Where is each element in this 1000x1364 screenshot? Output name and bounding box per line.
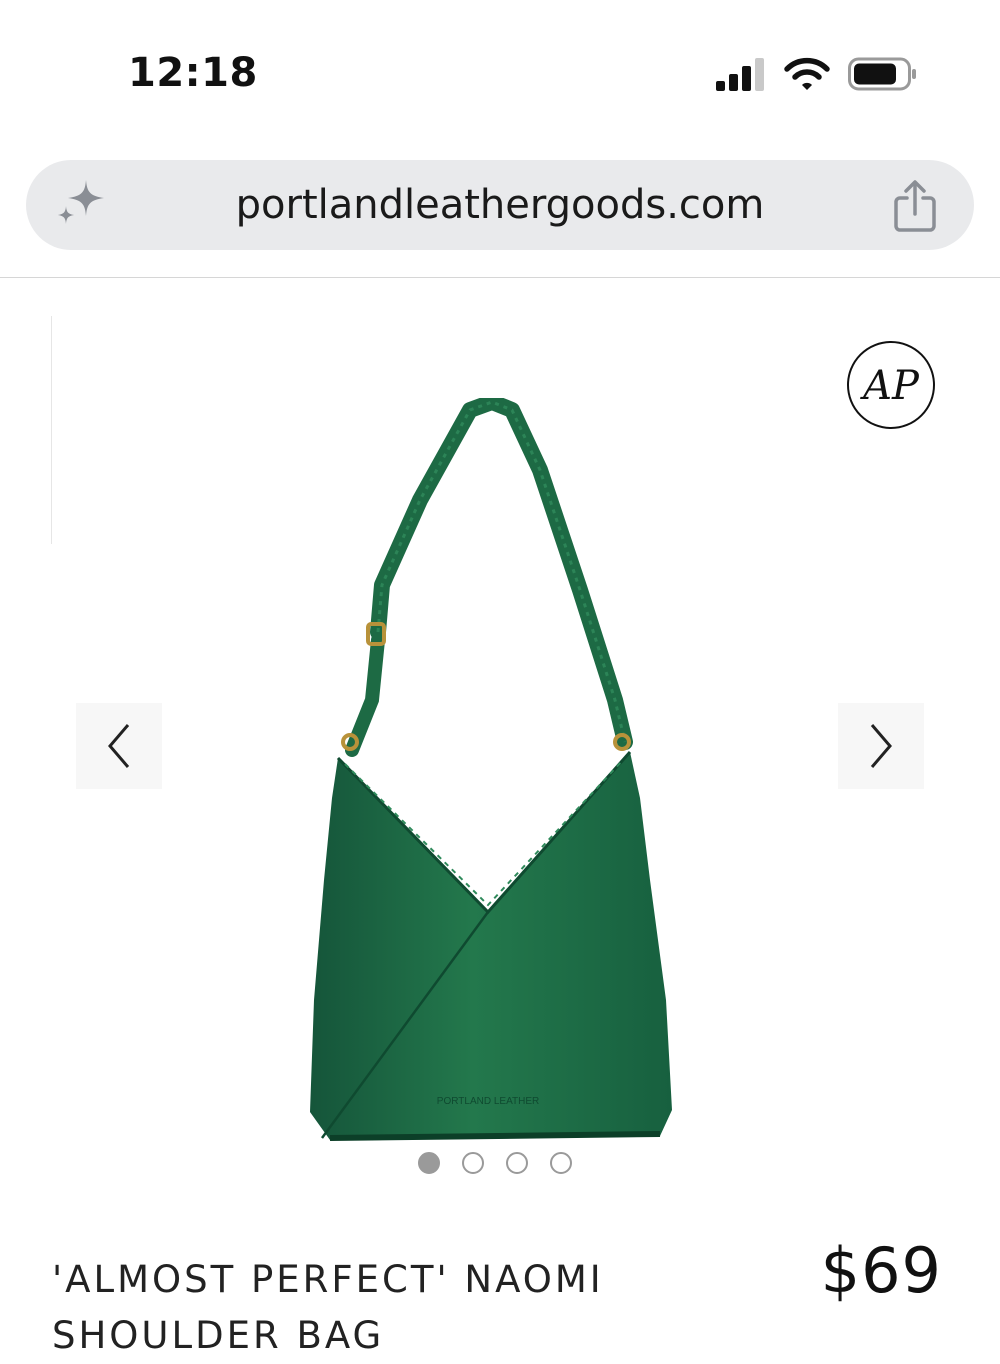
carousel-dot[interactable] bbox=[550, 1152, 572, 1174]
carousel-dot[interactable] bbox=[506, 1152, 528, 1174]
chevron-left-icon bbox=[108, 724, 130, 768]
ap-badge-icon[interactable]: AP bbox=[846, 340, 936, 430]
bag-stamp-text: PORTLAND LEATHER bbox=[437, 1096, 539, 1107]
signal-icon bbox=[716, 58, 764, 91]
wifi-icon bbox=[784, 57, 830, 90]
toolbar-divider bbox=[0, 277, 1000, 278]
battery-icon bbox=[848, 57, 916, 91]
address-bar[interactable]: portlandleathergoods.com bbox=[26, 160, 974, 250]
ap-badge-text: AP bbox=[859, 363, 920, 409]
image-carousel-dots bbox=[418, 1152, 572, 1174]
carousel-dot[interactable] bbox=[462, 1152, 484, 1174]
product-price: $69 bbox=[820, 1234, 942, 1307]
url-text[interactable]: portlandleathergoods.com bbox=[26, 182, 974, 228]
prev-image-button[interactable] bbox=[76, 703, 162, 789]
status-time: 12:18 bbox=[128, 50, 258, 96]
status-bar: 12:18 bbox=[0, 0, 1000, 140]
status-icons bbox=[716, 56, 918, 92]
gallery-edge-line bbox=[51, 316, 52, 544]
chevron-right-icon bbox=[870, 724, 892, 768]
sparkle-icon[interactable] bbox=[52, 176, 108, 232]
carousel-dot[interactable] bbox=[418, 1152, 440, 1174]
next-image-button[interactable] bbox=[838, 703, 924, 789]
product-image[interactable]: PORTLAND LEATHER bbox=[300, 398, 690, 1146]
share-icon[interactable] bbox=[888, 178, 942, 234]
product-title: 'ALMOST PERFECT' NAOMI SHOULDER BAG bbox=[52, 1258, 604, 1357]
